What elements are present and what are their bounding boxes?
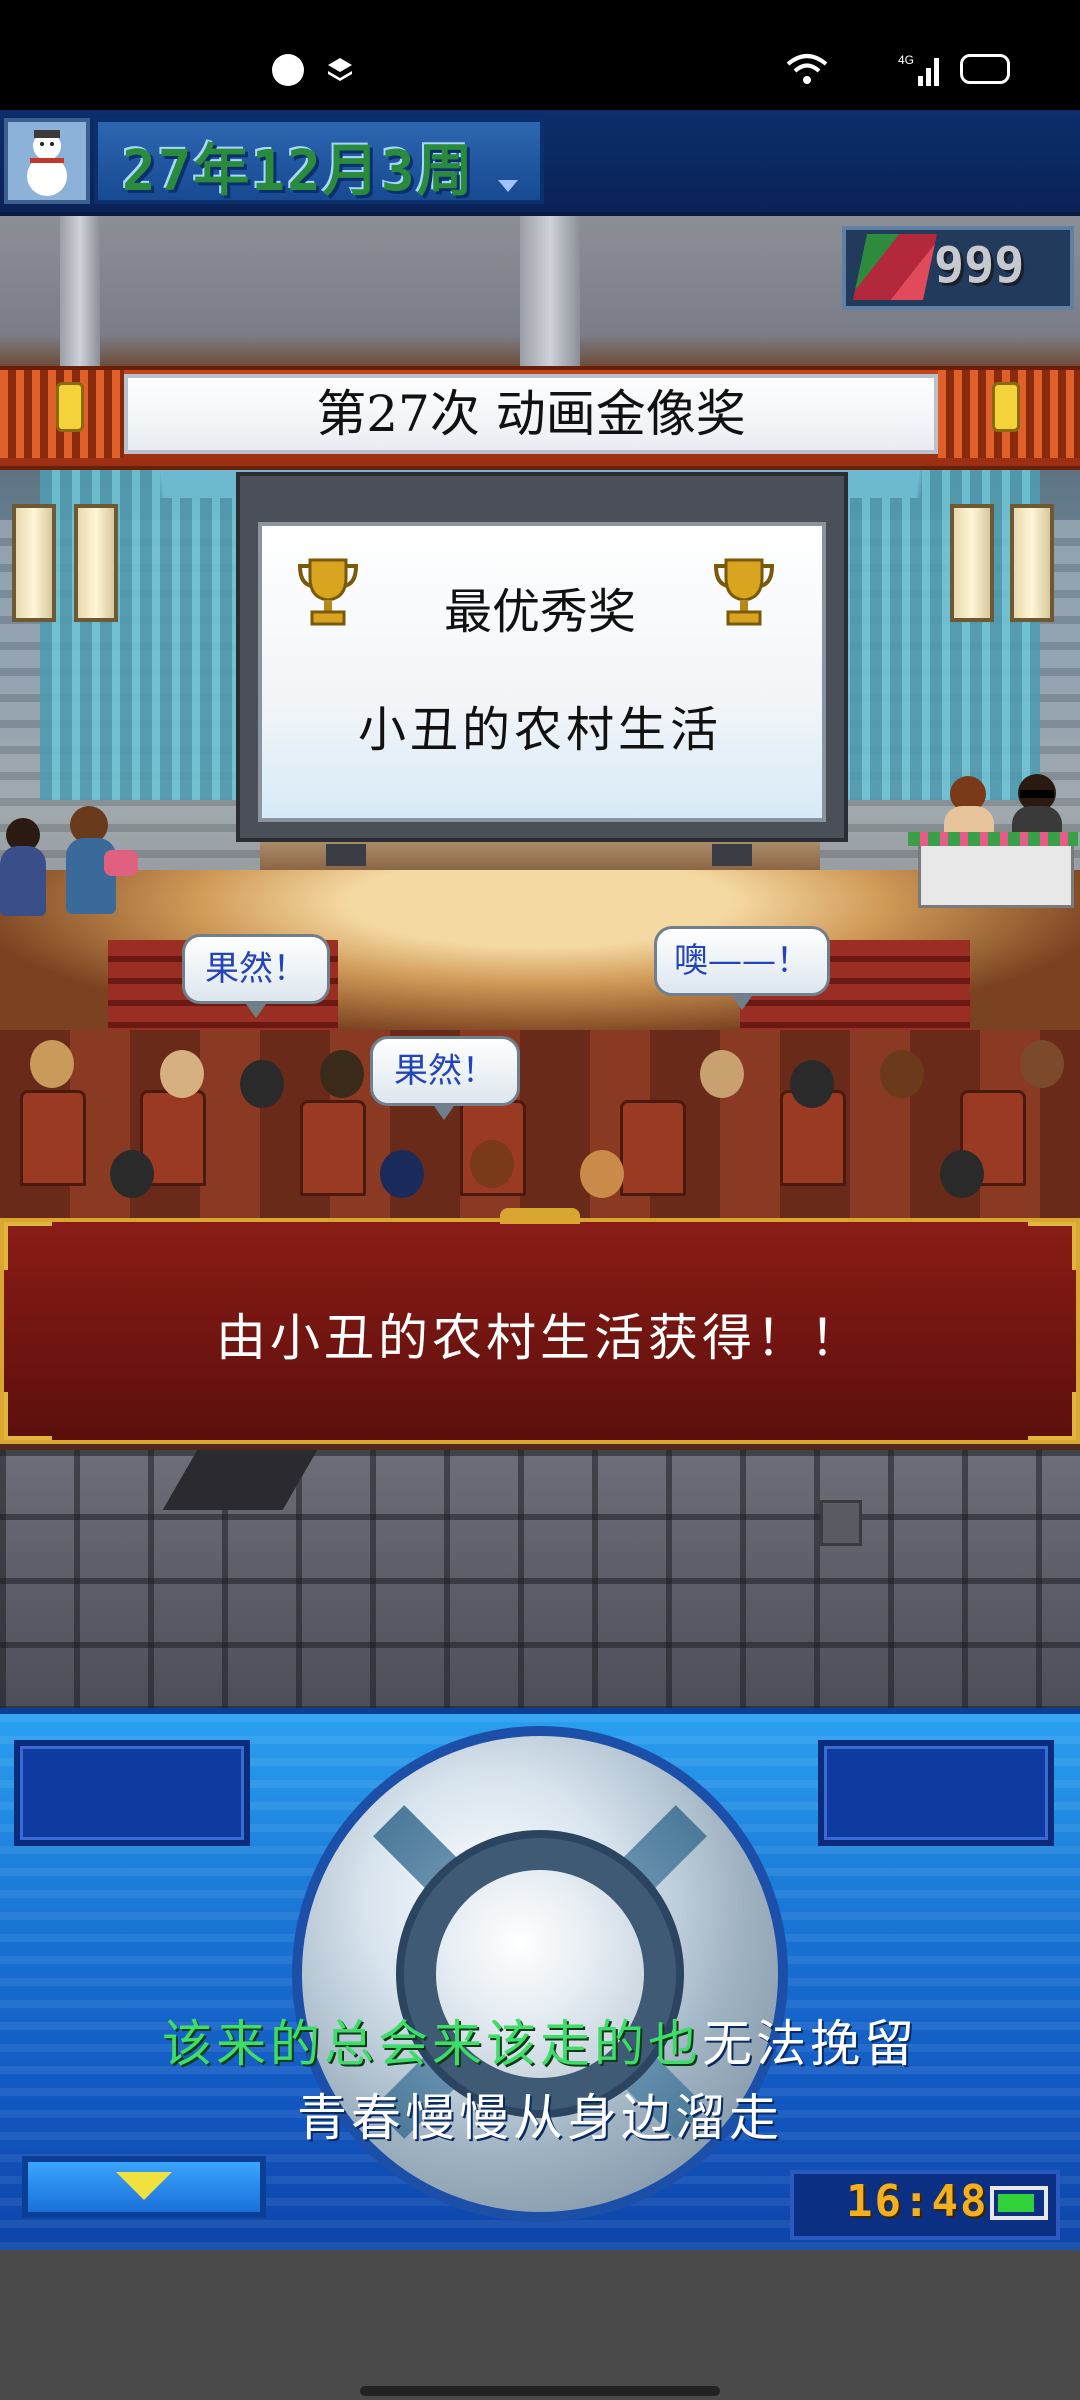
screen-stand	[712, 844, 752, 866]
lyric-line-1-pending: 无法挽留	[702, 2015, 918, 2073]
pillar	[520, 216, 580, 366]
audience-head	[940, 1150, 984, 1198]
audience-head	[880, 1050, 924, 1098]
audience-head	[110, 1150, 154, 1198]
building-sign	[820, 1500, 862, 1546]
status-time: 16:48	[150, 44, 241, 85]
speech-bubble-tail	[246, 1004, 266, 1018]
lamp	[950, 504, 994, 622]
ornament-crest	[500, 1208, 580, 1224]
seat	[300, 1100, 366, 1196]
sunglasses-icon	[1020, 790, 1054, 798]
screen-stand	[326, 844, 366, 866]
triangle-down-icon	[116, 2172, 172, 2200]
trophy-icon	[297, 558, 359, 626]
audience-head	[700, 1050, 744, 1098]
speech-bubble: 噢——！	[654, 926, 830, 996]
studio-building	[0, 1450, 1080, 1708]
battery-indicator: 25	[960, 54, 1010, 84]
battery-fill	[998, 2194, 1034, 2212]
lamp	[1010, 504, 1054, 622]
game-date: 27年12月3周	[122, 139, 475, 204]
audience-head	[790, 1060, 834, 1108]
audience-head	[380, 1150, 424, 1198]
character-presenter	[0, 846, 46, 916]
lyric-line-2: 青春慢慢从身边溜走	[297, 2089, 783, 2147]
pillar	[60, 216, 100, 366]
svg-text:4G: 4G	[898, 53, 914, 67]
audience-head	[580, 1150, 624, 1198]
panel-button-right[interactable]	[818, 1740, 1054, 1846]
signal-icon: 4G	[898, 53, 939, 86]
speech-bubble-tail	[434, 1106, 454, 1120]
seat	[620, 1100, 686, 1196]
snowman-icon[interactable]	[4, 118, 90, 204]
ornament-corner	[4, 1392, 52, 1440]
judges-table	[918, 842, 1074, 908]
seat	[20, 1090, 86, 1186]
ornament-corner	[4, 1222, 52, 1270]
game-clock: 16:48	[846, 2176, 989, 2227]
home-indicator[interactable]	[360, 2386, 720, 2396]
navigation-bar	[0, 2250, 1080, 2400]
panel-button-left[interactable]	[14, 1740, 250, 1846]
bulb-icon	[992, 382, 1020, 432]
award-category: 最优秀奖	[443, 584, 636, 640]
lyric-line-1-sung: 该来的总会来该走的也	[162, 2015, 702, 2073]
lamp	[12, 504, 56, 622]
message-text: 由小丑的农村生活获得！！	[216, 1309, 864, 1367]
speech-bubble: 果然！	[370, 1036, 520, 1106]
money-value: 999	[934, 236, 1025, 294]
bulb-icon	[56, 382, 84, 432]
ornament-corner	[1028, 1222, 1076, 1270]
award-work-title: 小丑的农村生活	[357, 702, 722, 758]
audience-head	[470, 1140, 514, 1188]
trophy-icon	[713, 558, 775, 626]
ornament-corner	[1028, 1392, 1076, 1440]
globe-icon	[272, 54, 304, 86]
audience-head	[240, 1060, 284, 1108]
chevron-down-icon[interactable]	[498, 180, 518, 192]
speech-bubble-tail	[732, 996, 752, 1010]
speech-bubble: 果然！	[182, 934, 330, 1004]
lamp	[74, 504, 118, 622]
layers-icon	[328, 58, 352, 81]
audience-head	[160, 1050, 204, 1098]
character-presenter	[66, 838, 116, 914]
audience-head	[30, 1040, 74, 1088]
flower-garland	[908, 832, 1078, 846]
network-label: HD	[840, 48, 884, 81]
audience-head	[320, 1050, 364, 1098]
books-icon	[852, 234, 938, 300]
flower-bouquet	[104, 850, 138, 876]
award-title: 第27次 动画金像奖	[316, 385, 746, 443]
audience-head	[1020, 1040, 1064, 1088]
lyric-line-1: 该来的总会来该走的也无法挽留	[0, 2004, 1080, 2076]
wifi-icon	[786, 54, 828, 84]
